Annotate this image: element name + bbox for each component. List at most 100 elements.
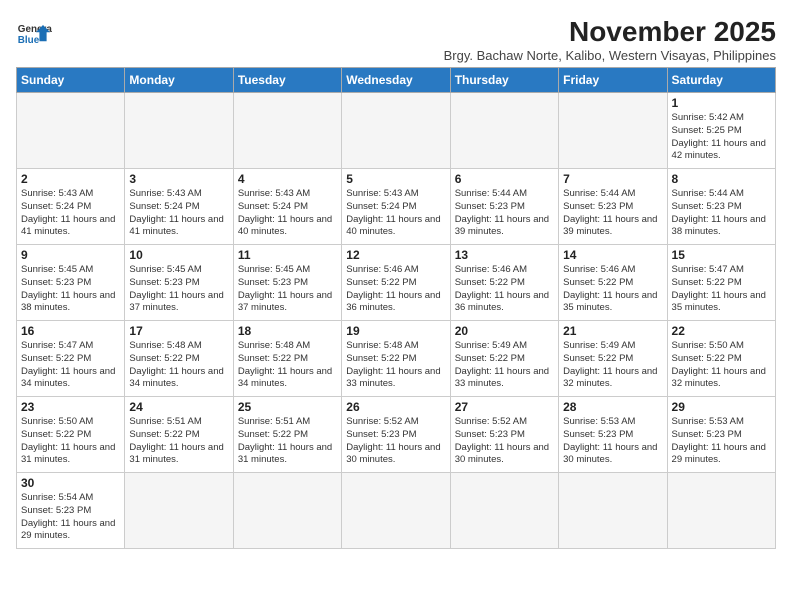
day-number: 13 bbox=[455, 248, 554, 262]
day-number: 16 bbox=[21, 324, 120, 338]
day-header-thursday: Thursday bbox=[450, 68, 558, 93]
calendar-cell bbox=[342, 93, 450, 169]
day-number: 10 bbox=[129, 248, 228, 262]
calendar-cell: 10 Sunrise: 5:45 AM Sunset: 5:23 PM Dayli… bbox=[125, 245, 233, 321]
day-info: Sunrise: 5:49 AM Sunset: 5:22 PM Dayligh… bbox=[563, 340, 662, 391]
day-info: Sunrise: 5:46 AM Sunset: 5:22 PM Dayligh… bbox=[455, 264, 554, 315]
calendar-cell: 3Sunrise: 5:43 AM Sunset: 5:24 PM Daylig… bbox=[125, 169, 233, 245]
calendar-cell bbox=[559, 93, 667, 169]
day-number: 19 bbox=[346, 324, 445, 338]
calendar-cell: 26Sunrise: 5:52 AM Sunset: 5:23 PM Dayli… bbox=[342, 397, 450, 473]
day-info: Sunrise: 5:44 AM Sunset: 5:23 PM Dayligh… bbox=[455, 188, 554, 239]
calendar-cell: 16 Sunrise: 5:47 AM Sunset: 5:22 PM Dayli… bbox=[17, 321, 125, 397]
calendar-cell: 14Sunrise: 5:46 AM Sunset: 5:22 PM Dayli… bbox=[559, 245, 667, 321]
day-info: Sunrise: 5:45 AM Sunset: 5:23 PM Dayligh… bbox=[21, 264, 120, 315]
day-info: Sunrise: 5:45 AM Sunset: 5:23 PM Dayligh… bbox=[238, 264, 337, 315]
day-number: 6 bbox=[455, 172, 554, 186]
day-info: Sunrise: 5:46 AM Sunset: 5:22 PM Dayligh… bbox=[563, 264, 662, 315]
day-number: 12 bbox=[346, 248, 445, 262]
day-info: Sunrise: 5:51 AM Sunset: 5:22 PM Dayligh… bbox=[238, 416, 337, 467]
day-info: Sunrise: 5:53 AM Sunset: 5:23 PM Dayligh… bbox=[672, 416, 771, 467]
day-info: Sunrise: 5:43 AM Sunset: 5:24 PM Dayligh… bbox=[21, 188, 120, 239]
day-number: 18 bbox=[238, 324, 337, 338]
calendar-table: SundayMondayTuesdayWednesdayThursdayFrid… bbox=[16, 67, 776, 549]
calendar-cell: 28Sunrise: 5:53 AM Sunset: 5:23 PM Dayli… bbox=[559, 397, 667, 473]
calendar-week-row: 23 Sunrise: 5:50 AM Sunset: 5:22 PM Dayli… bbox=[17, 397, 776, 473]
calendar-cell: 4 Sunrise: 5:43 AM Sunset: 5:24 PM Daylig… bbox=[233, 169, 341, 245]
calendar-cell bbox=[233, 93, 341, 169]
calendar-cell: 7 Sunrise: 5:44 AM Sunset: 5:23 PM Daylig… bbox=[559, 169, 667, 245]
day-number: 22 bbox=[672, 324, 771, 338]
day-info: Sunrise: 5:52 AM Sunset: 5:23 PM Dayligh… bbox=[455, 416, 554, 467]
calendar-cell: 11 Sunrise: 5:45 AM Sunset: 5:23 PM Dayli… bbox=[233, 245, 341, 321]
calendar-cell: 2Sunrise: 5:43 AM Sunset: 5:24 PM Daylig… bbox=[17, 169, 125, 245]
calendar-cell: 8Sunrise: 5:44 AM Sunset: 5:23 PM Daylig… bbox=[667, 169, 775, 245]
day-number: 24 bbox=[129, 400, 228, 414]
month-title: November 2025 bbox=[444, 16, 776, 48]
day-number: 26 bbox=[346, 400, 445, 414]
day-info: Sunrise: 5:47 AM Sunset: 5:22 PM Dayligh… bbox=[672, 264, 771, 315]
calendar-cell: 12 Sunrise: 5:46 AM Sunset: 5:22 PM Dayli… bbox=[342, 245, 450, 321]
day-number: 28 bbox=[563, 400, 662, 414]
day-header-wednesday: Wednesday bbox=[342, 68, 450, 93]
day-info: Sunrise: 5:48 AM Sunset: 5:22 PM Dayligh… bbox=[346, 340, 445, 391]
day-header-monday: Monday bbox=[125, 68, 233, 93]
day-number: 5 bbox=[346, 172, 445, 186]
calendar-cell bbox=[125, 473, 233, 549]
location-subtitle: Brgy. Bachaw Norte, Kalibo, Western Visa… bbox=[444, 48, 776, 63]
day-number: 15 bbox=[672, 248, 771, 262]
day-info: Sunrise: 5:49 AM Sunset: 5:22 PM Dayligh… bbox=[455, 340, 554, 391]
svg-text:Blue: Blue bbox=[18, 35, 40, 46]
day-number: 27 bbox=[455, 400, 554, 414]
day-header-tuesday: Tuesday bbox=[233, 68, 341, 93]
day-info: Sunrise: 5:50 AM Sunset: 5:22 PM Dayligh… bbox=[21, 416, 120, 467]
calendar-week-row: 1 Sunrise: 5:42 AM Sunset: 5:25 PM Daylig… bbox=[17, 93, 776, 169]
calendar-cell bbox=[17, 93, 125, 169]
day-info: Sunrise: 5:45 AM Sunset: 5:23 PM Dayligh… bbox=[129, 264, 228, 315]
day-number: 23 bbox=[21, 400, 120, 414]
calendar-cell: 19 Sunrise: 5:48 AM Sunset: 5:22 PM Dayli… bbox=[342, 321, 450, 397]
day-number: 1 bbox=[672, 96, 771, 110]
calendar-cell bbox=[233, 473, 341, 549]
day-number: 25 bbox=[238, 400, 337, 414]
day-number: 21 bbox=[563, 324, 662, 338]
day-info: Sunrise: 5:51 AM Sunset: 5:22 PM Dayligh… bbox=[129, 416, 228, 467]
day-number: 7 bbox=[563, 172, 662, 186]
day-info: Sunrise: 5:43 AM Sunset: 5:24 PM Dayligh… bbox=[238, 188, 337, 239]
day-info: Sunrise: 5:54 AM Sunset: 5:23 PM Dayligh… bbox=[21, 492, 120, 543]
calendar-week-row: 9 Sunrise: 5:45 AM Sunset: 5:23 PM Daylig… bbox=[17, 245, 776, 321]
day-number: 20 bbox=[455, 324, 554, 338]
day-info: Sunrise: 5:47 AM Sunset: 5:22 PM Dayligh… bbox=[21, 340, 120, 391]
day-number: 4 bbox=[238, 172, 337, 186]
calendar-cell bbox=[667, 473, 775, 549]
calendar-cell: 6 Sunrise: 5:44 AM Sunset: 5:23 PM Daylig… bbox=[450, 169, 558, 245]
calendar-week-row: 16 Sunrise: 5:47 AM Sunset: 5:22 PM Dayli… bbox=[17, 321, 776, 397]
calendar-cell: 27 Sunrise: 5:52 AM Sunset: 5:23 PM Dayli… bbox=[450, 397, 558, 473]
day-number: 29 bbox=[672, 400, 771, 414]
calendar-cell: 29 Sunrise: 5:53 AM Sunset: 5:23 PM Dayli… bbox=[667, 397, 775, 473]
calendar-cell: 17 Sunrise: 5:48 AM Sunset: 5:22 PM Dayli… bbox=[125, 321, 233, 397]
day-number: 30 bbox=[21, 476, 120, 490]
calendar-cell: 15 Sunrise: 5:47 AM Sunset: 5:22 PM Dayli… bbox=[667, 245, 775, 321]
day-info: Sunrise: 5:44 AM Sunset: 5:23 PM Dayligh… bbox=[563, 188, 662, 239]
day-info: Sunrise: 5:48 AM Sunset: 5:22 PM Dayligh… bbox=[129, 340, 228, 391]
day-info: Sunrise: 5:42 AM Sunset: 5:25 PM Dayligh… bbox=[672, 112, 771, 163]
calendar-cell bbox=[125, 93, 233, 169]
day-number: 11 bbox=[238, 248, 337, 262]
calendar-cell: 25 Sunrise: 5:51 AM Sunset: 5:22 PM Dayli… bbox=[233, 397, 341, 473]
day-number: 3 bbox=[129, 172, 228, 186]
calendar-cell: 9 Sunrise: 5:45 AM Sunset: 5:23 PM Daylig… bbox=[17, 245, 125, 321]
day-header-friday: Friday bbox=[559, 68, 667, 93]
calendar-cell bbox=[450, 473, 558, 549]
calendar-cell: 5Sunrise: 5:43 AM Sunset: 5:24 PM Daylig… bbox=[342, 169, 450, 245]
day-number: 9 bbox=[21, 248, 120, 262]
calendar-cell bbox=[342, 473, 450, 549]
day-info: Sunrise: 5:46 AM Sunset: 5:22 PM Dayligh… bbox=[346, 264, 445, 315]
day-number: 17 bbox=[129, 324, 228, 338]
day-info: Sunrise: 5:48 AM Sunset: 5:22 PM Dayligh… bbox=[238, 340, 337, 391]
logo-icon: General Blue bbox=[16, 16, 52, 52]
logo: General Blue bbox=[16, 16, 52, 52]
day-number: 8 bbox=[672, 172, 771, 186]
calendar-cell: 1 Sunrise: 5:42 AM Sunset: 5:25 PM Daylig… bbox=[667, 93, 775, 169]
day-header-saturday: Saturday bbox=[667, 68, 775, 93]
